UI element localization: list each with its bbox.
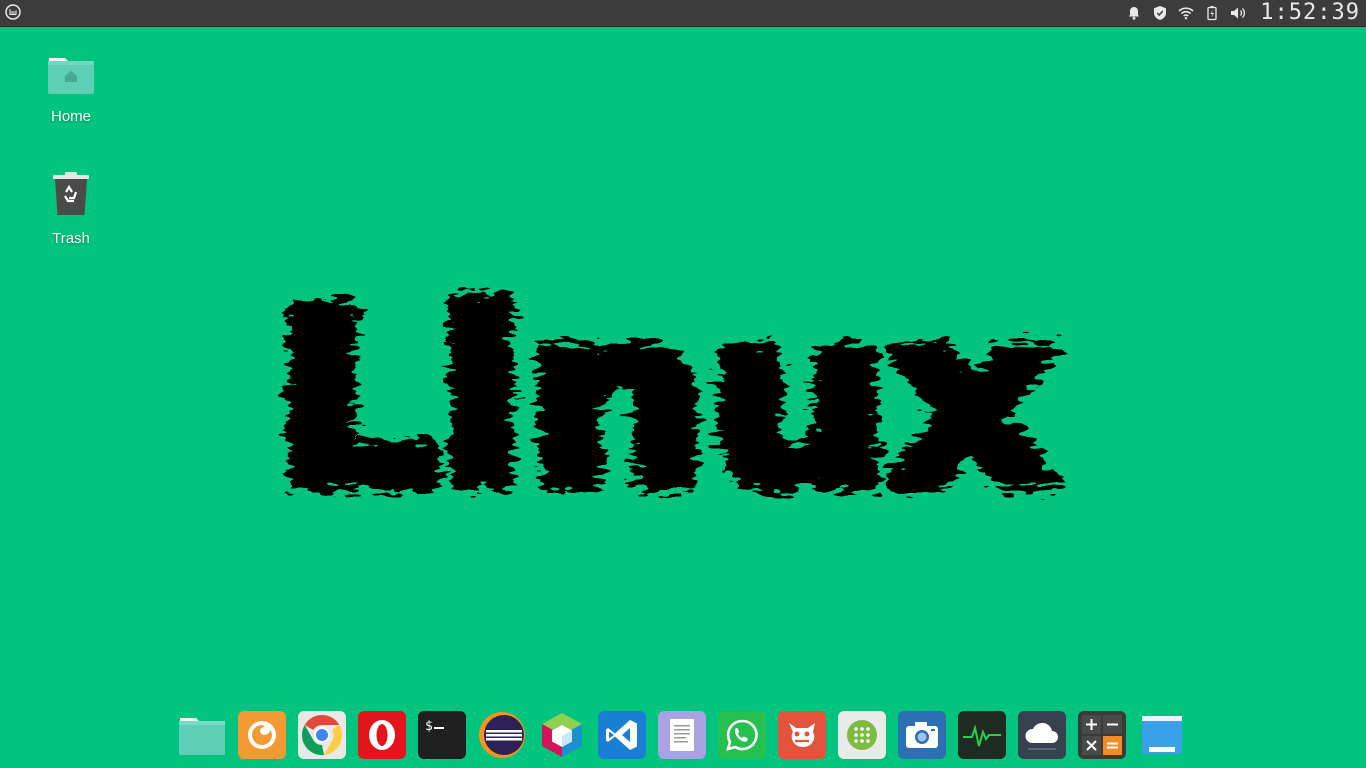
app-grid-icon — [847, 720, 877, 750]
dock-item-text-editor[interactable] — [658, 711, 706, 759]
dock-item-netbeans[interactable] — [538, 711, 586, 759]
bell-icon[interactable] — [1126, 5, 1142, 21]
dock-item-gimp[interactable] — [778, 711, 826, 759]
desktop-icon-home[interactable]: Home — [21, 52, 121, 125]
wallpaper-text: Linux — [275, 262, 1055, 500]
dock-item-chrome[interactable] — [298, 711, 346, 759]
dock-item-cloud[interactable] — [1018, 711, 1066, 759]
desktop-icon-label: Trash — [52, 230, 90, 247]
dock-item-vscode[interactable] — [598, 711, 646, 759]
system-monitor-icon — [963, 724, 1001, 747]
vscode-icon — [606, 720, 637, 750]
clock[interactable]: 1:52:39 — [1260, 0, 1360, 26]
dock-item-show-desktop[interactable] — [1138, 711, 1186, 759]
camera-icon — [906, 722, 938, 748]
desktop-icon-trash[interactable]: Trash — [21, 170, 121, 247]
folder-icon — [179, 718, 225, 755]
dock-item-firefox[interactable] — [238, 711, 286, 759]
trash-icon — [53, 172, 89, 215]
system-tray: 1:52:39 — [1126, 0, 1360, 26]
top-panel: 1:52:39 — [0, 0, 1366, 27]
show-desktop-icon — [1142, 716, 1182, 754]
document-icon — [670, 719, 694, 751]
wallpaper-logo: Linux — [266, 253, 1064, 500]
dock-item-whatsapp[interactable] — [718, 711, 766, 759]
gimp-icon — [789, 723, 815, 747]
shield-icon[interactable] — [1152, 5, 1168, 21]
dock-item-screenshot[interactable] — [898, 711, 946, 759]
wifi-icon[interactable] — [1178, 5, 1194, 21]
mint-menu-icon[interactable] — [5, 4, 21, 20]
chrome-icon — [301, 715, 343, 756]
netbeans-icon — [542, 713, 582, 757]
volume-icon[interactable] — [1230, 5, 1246, 21]
home-folder-icon — [48, 58, 94, 94]
dock-item-app-grid[interactable] — [838, 711, 886, 759]
opera-icon — [369, 720, 395, 750]
eclipse-icon — [479, 712, 525, 758]
svg-text:$: $ — [425, 719, 433, 734]
terminal-icon: $ — [425, 719, 444, 734]
dock-item-calculator[interactable] — [1078, 711, 1126, 759]
whatsapp-icon — [726, 719, 758, 751]
firefox-icon — [248, 721, 276, 749]
desktop-icon-label: Home — [50, 108, 91, 125]
battery-icon[interactable] — [1204, 5, 1220, 21]
dock-item-files[interactable] — [178, 711, 226, 759]
cloud-icon — [1025, 722, 1058, 750]
dock-item-eclipse[interactable] — [478, 711, 526, 759]
dock-item-system-monitor[interactable] — [958, 711, 1006, 759]
dock: $ — [178, 711, 1186, 759]
dock-item-terminal[interactable]: $ — [418, 711, 466, 759]
dock-item-opera[interactable] — [358, 711, 406, 759]
calculator-icon — [1082, 715, 1122, 755]
